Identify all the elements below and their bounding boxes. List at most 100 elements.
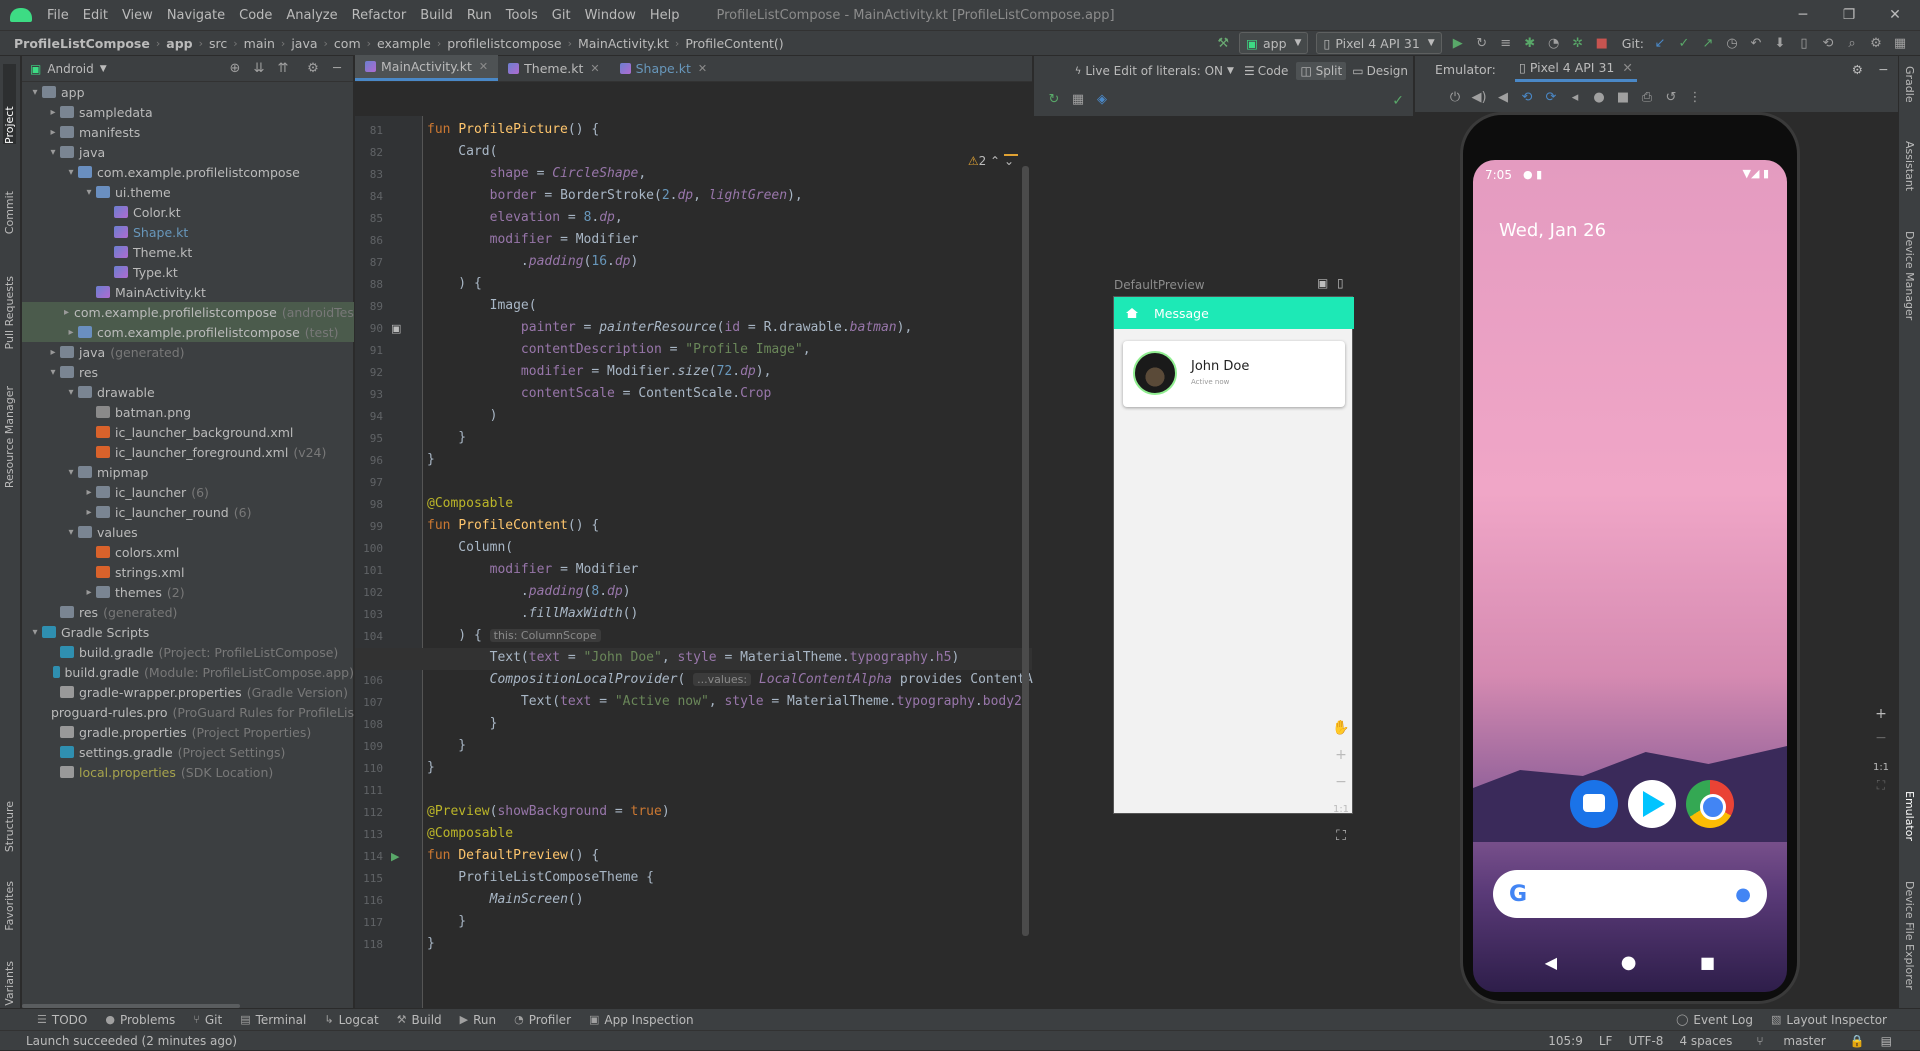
chevron-down-icon[interactable]: ▼: [100, 64, 107, 74]
tool-tab-build[interactable]: ⚒ Build: [388, 1013, 451, 1027]
tree-row[interactable]: ▸ manifests: [22, 122, 354, 142]
indent-setting[interactable]: 4 spaces: [1671, 1034, 1740, 1048]
zoom-to-fit-icon[interactable]: ⛶: [1877, 778, 1885, 802]
gradle-sync-icon[interactable]: ⟲: [1818, 33, 1838, 53]
tree-row[interactable]: ▾ mipmap: [22, 462, 354, 482]
code-line[interactable]: }: [427, 716, 498, 731]
warning-stripe-marker[interactable]: [1004, 154, 1018, 156]
tree-row[interactable]: MainActivity.kt: [22, 282, 354, 302]
tool-tab-problems[interactable]: ● Problems: [96, 1013, 184, 1027]
zoom-to-fit-icon[interactable]: ⛶: [1336, 823, 1346, 850]
code-line[interactable]: @Composable: [427, 826, 513, 841]
tool-tab-device-file-explorer[interactable]: Device File Explorer: [1903, 881, 1916, 990]
overview-icon[interactable]: ■: [1613, 87, 1633, 107]
locate-file-icon[interactable]: ⊕: [225, 59, 245, 79]
tab-mainactivity[interactable]: MainActivity.kt ✕: [355, 55, 499, 81]
expand-all-icon[interactable]: ⇊: [249, 59, 269, 79]
tool-tab-pull-requests[interactable]: Pull Requests: [3, 276, 16, 349]
settings-icon[interactable]: ⚙: [303, 59, 323, 79]
profile-icon[interactable]: ◔: [1544, 33, 1564, 53]
chevron-down-icon[interactable]: ▾: [64, 527, 78, 538]
phone-screen[interactable]: 7:05 ● ▮ ▼◢ ▮ Wed, Jan 26 G ● ◀ ● ■: [1473, 160, 1787, 992]
attach-debugger-icon[interactable]: ✲: [1568, 33, 1588, 53]
rotate-left-icon[interactable]: ⟲: [1517, 87, 1537, 107]
tree-row[interactable]: gradle-wrapper.properties (Gradle Version…: [22, 682, 354, 702]
code-line[interactable]: modifier = Modifier: [427, 232, 639, 247]
chevron-right-icon[interactable]: ▸: [82, 587, 96, 598]
refresh-preview-icon[interactable]: ↻: [1044, 89, 1064, 109]
chevron-down-icon[interactable]: ▾: [64, 467, 78, 478]
tool-tab-git[interactable]: ⑂ Git: [184, 1013, 231, 1027]
tree-row[interactable]: colors.xml: [22, 542, 354, 562]
code-line[interactable]: Column(: [427, 540, 513, 555]
code-line[interactable]: }: [427, 760, 435, 775]
volume-down-icon[interactable]: ◀: [1493, 87, 1513, 107]
tree-row[interactable]: ▾ res: [22, 362, 354, 382]
design-mode-button[interactable]: Design: [1367, 64, 1408, 78]
volume-up-icon[interactable]: ◀): [1469, 87, 1489, 107]
code-line[interactable]: ) { this: ColumnScope: [427, 628, 601, 643]
code-line[interactable]: fun DefaultPreview() {: [427, 848, 599, 863]
chevron-down-icon[interactable]: ▾: [46, 367, 60, 378]
menu-window[interactable]: Window: [578, 8, 643, 23]
hide-panel-icon[interactable]: ─: [327, 59, 347, 79]
pan-hand-icon[interactable]: ✋: [1332, 714, 1349, 741]
tool-tab-assistant[interactable]: Assistant: [1903, 141, 1916, 191]
tree-row[interactable]: ▾ ui.theme: [22, 182, 354, 202]
chevron-right-icon[interactable]: ▸: [46, 127, 60, 138]
code-line[interactable]: ProfileListComposeTheme {: [427, 870, 654, 885]
tree-row[interactable]: Color.kt: [22, 202, 354, 222]
git-history-icon[interactable]: ◷: [1722, 33, 1742, 53]
menu-edit[interactable]: Edit: [76, 8, 115, 23]
caret-position[interactable]: 105:9: [1540, 1034, 1591, 1048]
device-manager-icon[interactable]: ▯: [1794, 33, 1814, 53]
zoom-out-icon[interactable]: −: [1335, 768, 1347, 795]
close-tab-icon[interactable]: ✕: [479, 60, 488, 73]
tree-row[interactable]: res (generated): [22, 602, 354, 622]
code-line[interactable]: Text(text = "Active now", style = Materi…: [427, 694, 1022, 709]
restore-icon[interactable]: ❐: [1826, 0, 1872, 30]
menu-file[interactable]: File: [40, 8, 76, 23]
next-highlight-icon[interactable]: ⌄: [1004, 154, 1014, 168]
zoom-in-icon[interactable]: +: [1875, 706, 1887, 730]
menu-build[interactable]: Build: [413, 8, 460, 23]
code-line[interactable]: }: [427, 452, 435, 467]
code-line[interactable]: @Composable: [427, 496, 513, 511]
menu-run[interactable]: Run: [460, 8, 499, 23]
chevron-down-icon[interactable]: ▾: [82, 187, 96, 198]
menu-code[interactable]: Code: [232, 8, 279, 23]
chevron-right-icon[interactable]: ▸: [46, 107, 60, 118]
code-line[interactable]: .fillMaxWidth(): [427, 606, 638, 621]
tree-row[interactable]: proguard-rules.pro (ProGuard Rules for Pr…: [22, 702, 354, 722]
chevron-right-icon[interactable]: ▸: [82, 487, 96, 498]
code-line[interactable]: modifier = Modifier: [427, 562, 639, 577]
chrome-app-icon[interactable]: [1686, 780, 1734, 828]
tree-row[interactable]: Shape.kt: [22, 222, 354, 242]
code-line[interactable]: Text(text = "John Doe", style = Material…: [427, 650, 960, 665]
tool-tab-structure[interactable]: Structure: [3, 801, 16, 852]
chevron-down-icon[interactable]: ▾: [28, 87, 42, 98]
layout-grid-icon[interactable]: ▦: [1068, 89, 1088, 109]
tool-tab-layout-inspector[interactable]: ▧ Layout Inspector: [1762, 1013, 1896, 1027]
menu-tools[interactable]: Tools: [499, 8, 545, 23]
menu-help[interactable]: Help: [643, 8, 687, 23]
tab-shape[interactable]: Shape.kt ✕: [610, 55, 717, 81]
git-commit-icon[interactable]: ✓: [1674, 33, 1694, 53]
menu-view[interactable]: View: [115, 8, 160, 23]
chevron-down-icon[interactable]: ▾: [28, 627, 42, 638]
tree-row[interactable]: gradle.properties (Project Properties): [22, 722, 354, 742]
zoom-out-icon[interactable]: −: [1875, 730, 1887, 754]
tool-tab-project[interactable]: Project: [3, 64, 16, 144]
code-line[interactable]: }: [427, 738, 466, 753]
breadcrumb-main[interactable]: main: [242, 36, 277, 51]
chevron-right-icon[interactable]: ▸: [64, 327, 78, 338]
chevron-right-icon[interactable]: ▸: [46, 347, 60, 358]
emulator-device-tab[interactable]: ▯ Pixel 4 API 31 ✕: [1515, 56, 1637, 82]
live-edit-toggle[interactable]: Live Edit of literals: ON: [1085, 64, 1223, 78]
code-line[interactable]: ) {: [427, 276, 482, 291]
git-branch-widget[interactable]: ⑂ master: [1740, 1034, 1841, 1048]
settings-icon[interactable]: ⚙: [1866, 33, 1886, 53]
stop-icon[interactable]: ■: [1592, 33, 1612, 53]
tree-row[interactable]: build.gradle (Project: ProfileListCompose…: [22, 642, 354, 662]
apply-changes-icon[interactable]: ↻: [1472, 33, 1492, 53]
